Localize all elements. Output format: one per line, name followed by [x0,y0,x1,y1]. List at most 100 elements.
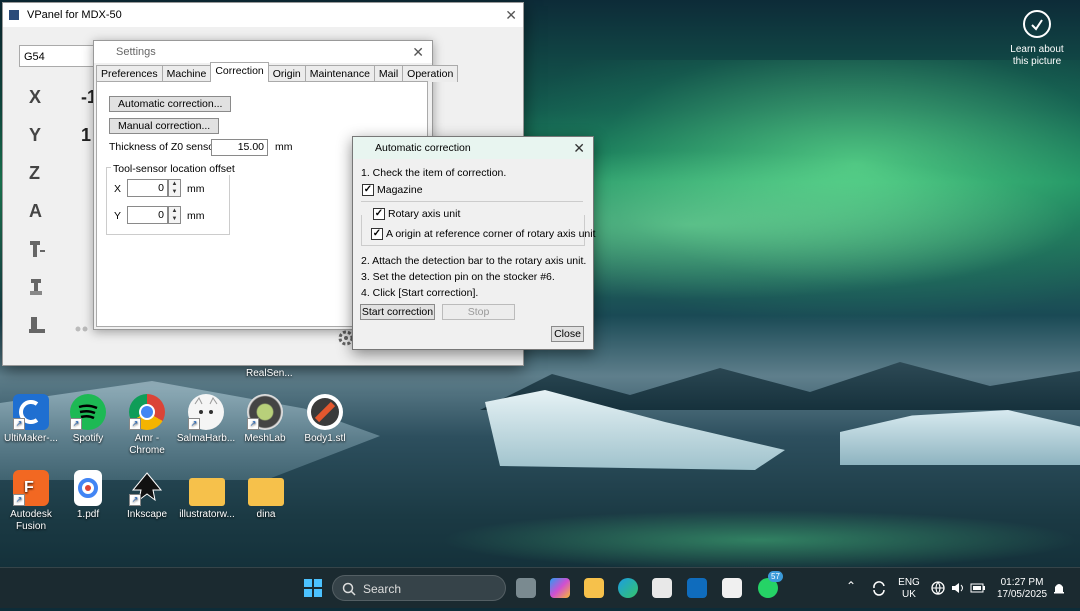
autocorr-titlebar[interactable]: Automatic correction ✕ [353,137,593,159]
chevron-up-icon[interactable]: ⌃ [846,580,856,592]
close-icon[interactable]: ✕ [573,137,585,159]
search-placeholder: Search [363,582,402,596]
thickness-input[interactable]: 15.00 [211,139,268,156]
stop-button[interactable]: Stop [442,304,515,320]
whatsapp-icon[interactable]: 57 [758,571,783,598]
tab-mail[interactable]: Mail [373,65,404,82]
close-icon[interactable]: ✕ [505,7,517,24]
offset-y-input[interactable]: 0 [127,206,168,224]
step1-text: 1. Check the item of correction. [361,167,507,179]
learn-about-label: Learn about this picture [1010,44,1064,67]
offset-x-label: X [114,183,122,195]
cat-avatar-icon: ↗ [188,394,224,430]
automatic-correction-dialog[interactable]: Automatic correction ✕ 1. Check the item… [352,136,596,350]
edge-icon[interactable] [618,578,638,598]
offset-y-label: Y [114,210,122,222]
offset-groupbox [106,167,230,235]
volume-icon[interactable] [950,578,966,598]
network-icon[interactable] [930,578,946,598]
tab-preferences[interactable]: Preferences [96,65,163,82]
desktop-icon-illustrator-folder[interactable]: illustratorw... [176,470,238,521]
taskbar: Search 57 ⌃ ENG UK 01:27 PM 17/05/2025 [0,567,1080,608]
thickness-unit: mm [275,141,293,153]
manual-correction-button[interactable]: Manual correction... [109,118,220,134]
tab-maintenance[interactable]: Maintenance [304,65,375,82]
learn-about-picture[interactable]: Learn about this picture [1005,10,1069,68]
axis-label-y: Y [29,125,42,145]
outlook-icon[interactable] [687,578,707,598]
sync-icon[interactable] [870,578,888,598]
step3-text: 3. Set the detection pin on the stocker … [361,271,555,283]
clock-date: 17/05/2025 [996,589,1048,600]
stl-file-icon [307,394,343,430]
desktop-icon-label: Body1.stl [304,433,346,444]
tool-origin-icon[interactable] [27,315,47,335]
desktop-icon-salmaharb[interactable]: ↗ SalmaHarb... [175,394,237,445]
origin-corner-checkbox[interactable]: ✓ [371,228,383,240]
close-button[interactable]: Close [551,326,584,342]
offset-x-input[interactable]: 0 [127,179,168,197]
magazine-checkbox[interactable]: ✓ [362,184,374,196]
step2-text: 2. Attach the detection bar to the rotar… [361,255,587,267]
tool-sensor-icon[interactable] [27,277,47,297]
file-explorer-icon[interactable] [584,578,604,598]
desktop-icon-inkscape[interactable]: ↗ Inkscape [116,470,178,521]
offset-y-unit: mm [187,210,205,222]
start-correction-button[interactable]: Start correction [360,304,435,320]
task-view-icon[interactable] [516,578,536,598]
tab-operation[interactable]: Operation [402,65,459,82]
desktop-icon-body1[interactable]: Body1.stl [294,394,356,445]
offset-y-stepper[interactable]: ▲ ▼ [168,206,181,224]
language-code: ENG [898,577,920,588]
realsense-label: RealSen... [246,368,293,379]
tab-machine[interactable]: Machine [161,65,212,82]
rotary-group-top [361,201,583,202]
vpanel-title: VPanel for MDX-50 [27,9,122,21]
axis-label-z: Z [29,163,40,183]
microsoft-store-icon[interactable] [652,578,672,598]
folder-icon [189,478,225,506]
chrome-icon: ↗ [129,394,165,430]
app-icon[interactable] [722,578,742,598]
wallpaper-reflection [440,510,1080,570]
desktop-icon-realsense[interactable]: RealSen... [246,368,293,380]
desktop-icon-chrome[interactable]: ↗ Amr - Chrome [116,394,178,457]
desktop-icon-meshlab[interactable]: ↗ MeshLab [234,394,296,445]
settings-tabs: Preferences Machine Correction Origin Ma… [96,62,459,82]
automatic-correction-button[interactable]: Automatic correction... [109,96,232,112]
tab-origin[interactable]: Origin [267,65,306,82]
desktop-icon-fusion[interactable]: ↗ F Autodesk Fusion [0,470,62,533]
desktop-icon-pdf[interactable]: 1.pdf [57,470,119,521]
language-region: UK [902,589,916,600]
settings-titlebar[interactable]: Settings ✕ [94,41,432,63]
origin-corner-label: A origin at reference corner of rotary a… [386,228,596,240]
ultimaker-icon: ↗ [13,394,49,430]
battery-icon[interactable] [970,578,986,598]
coord-system-select[interactable]: G54 [19,45,97,67]
tab-correction[interactable]: Correction [210,62,269,82]
spotify-icon: ↗ [70,394,106,430]
taskbar-search[interactable]: Search [332,575,506,601]
offset-x-stepper[interactable]: ▲ ▼ [168,179,181,197]
progress-dots [75,323,93,332]
desktop-icon-ultimaker[interactable]: ↗ UltiMaker-... [0,394,62,445]
rotary-axis-checkbox[interactable]: ✓ [373,208,385,220]
start-windows-icon[interactable] [303,578,323,598]
desktop-icon-label: SalmaHarb... [176,433,236,444]
vpanel-titlebar[interactable]: VPanel for MDX-50 ✕ [3,3,523,27]
copilot-icon[interactable] [550,578,570,598]
close-icon[interactable]: ✕ [412,41,424,63]
desktop-icon-dina-folder[interactable]: dina [235,470,297,521]
folder-icon [248,478,284,506]
notification-bell-icon[interactable] [1052,578,1066,598]
desktop-icon-label: Inkscape [126,509,168,520]
clock[interactable]: 01:27 PM 17/05/2025 [994,577,1050,601]
notification-badge: 57 [768,571,783,582]
fusion-icon: ↗ F [13,470,49,506]
desktop-icon-label: Autodesk Fusion [10,509,52,532]
language-indicator[interactable]: ENG UK [896,577,922,601]
desktop-icon-spotify[interactable]: ↗ Spotify [57,394,119,445]
camera-icon [1023,10,1051,38]
desktop-icon-label: MeshLab [244,433,286,444]
tool-move-icon[interactable] [27,239,47,259]
